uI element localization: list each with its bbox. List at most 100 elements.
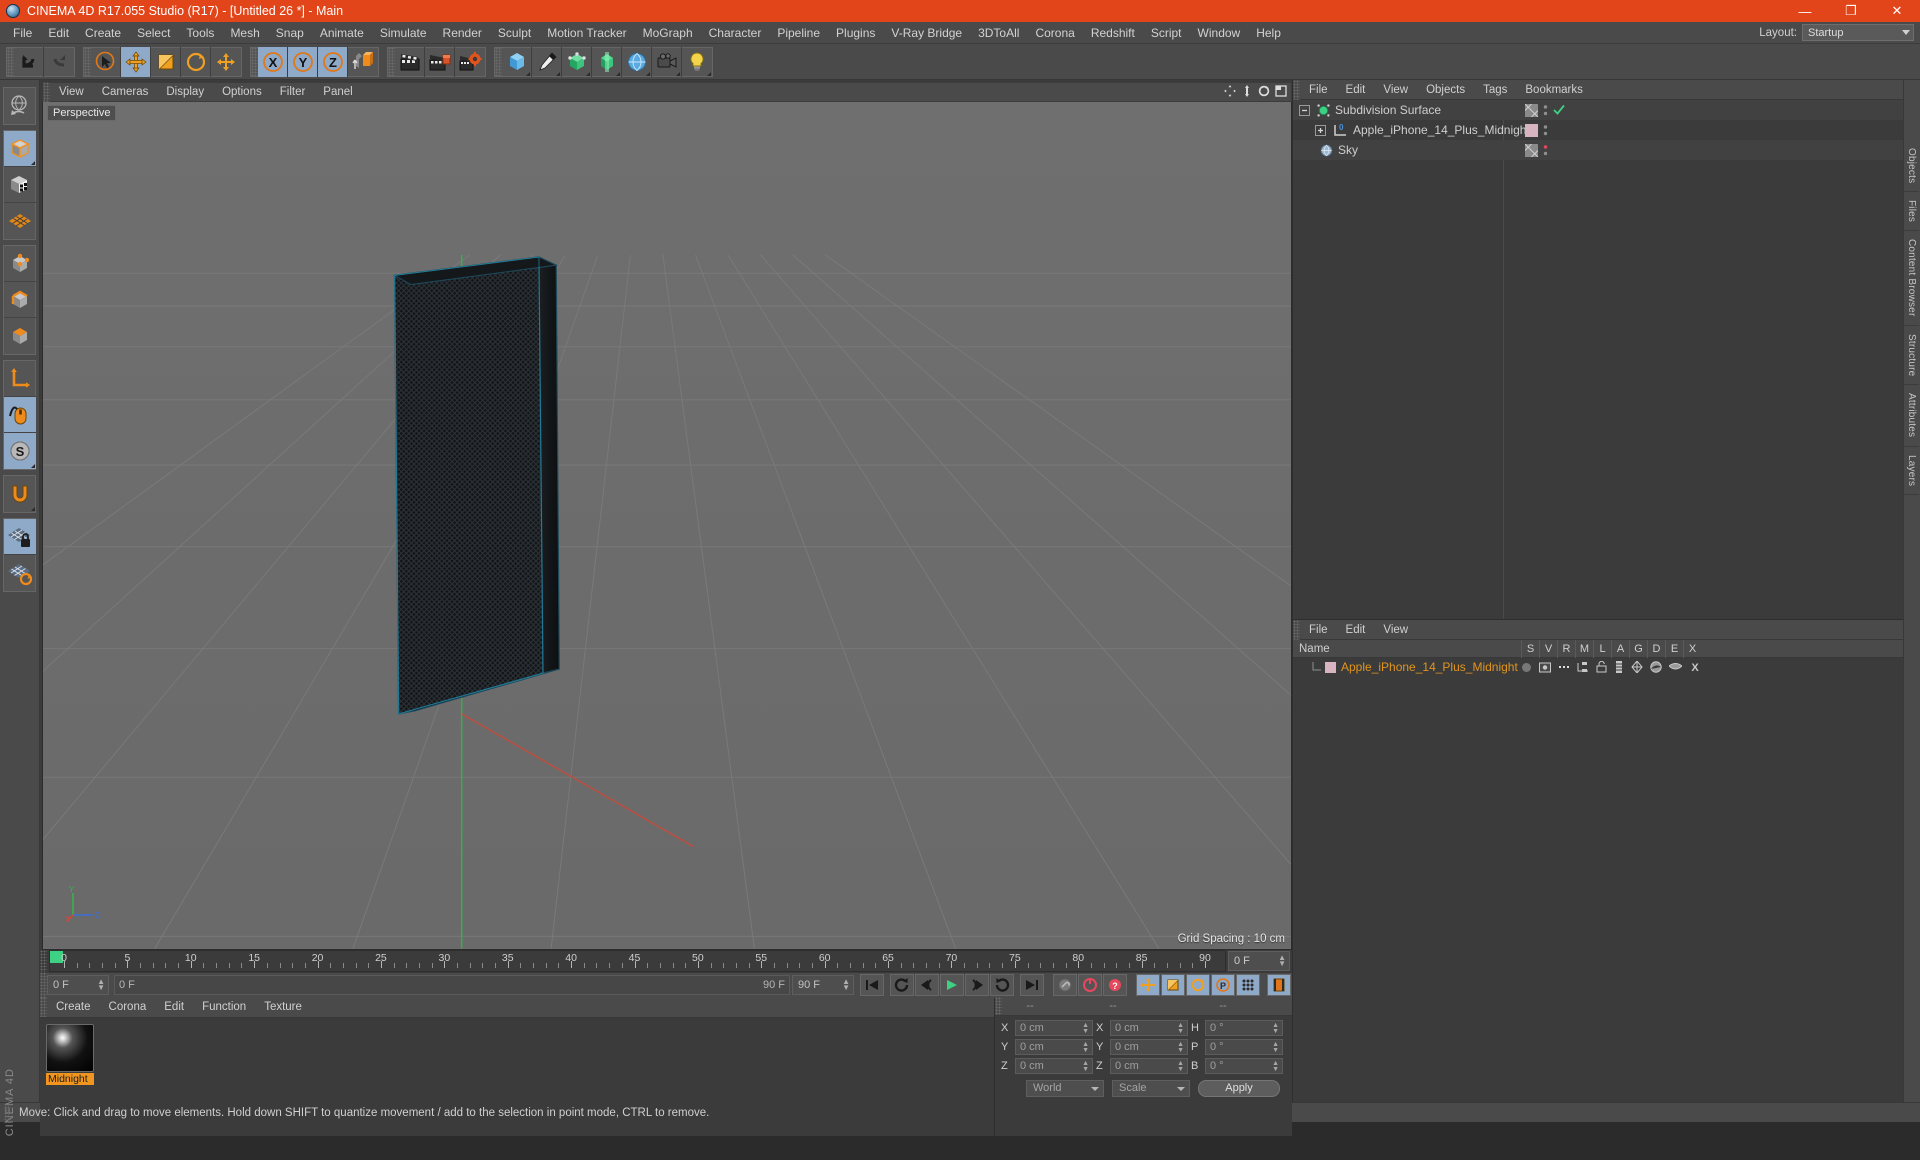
add-environment-button[interactable] (622, 46, 652, 77)
object-menu-edit[interactable]: Edit (1337, 80, 1375, 100)
object-menu-grip[interactable] (1293, 79, 1300, 100)
spinner-icon[interactable]: ▲ ▼ (1272, 1041, 1279, 1054)
viewport-menu-view[interactable]: View (50, 82, 93, 102)
menu-item-help[interactable]: Help (1248, 22, 1289, 44)
material-menu-function[interactable]: Function (193, 997, 255, 1017)
go-to-start-button[interactable] (860, 974, 884, 997)
play-button[interactable] (940, 974, 964, 997)
toolbar-grip[interactable] (7, 46, 14, 77)
workplane-button[interactable] (4, 203, 36, 239)
step-back-button[interactable] (915, 974, 939, 997)
timeline-ruler[interactable]: 0 5 10 15 20 25 30 35 40 45 50 55 60 65 70 75 80 85 90 (49, 949, 1226, 972)
axis-modify-button[interactable] (4, 361, 36, 397)
move-tool[interactable] (121, 46, 151, 77)
checker-tag-icon[interactable] (1525, 103, 1538, 117)
texture-mode-button[interactable] (4, 167, 36, 203)
zoom-view-icon[interactable] (1241, 85, 1253, 97)
menu-item-vray-bridge[interactable]: V-Ray Bridge (883, 22, 970, 44)
layout-dropdown[interactable]: Startup (1802, 24, 1914, 41)
object-tree[interactable]: Subdivision Surface 0 Apple_iPhone_14_Pl… (1293, 100, 1904, 619)
spinner-icon[interactable]: ▲ ▼ (1082, 1022, 1089, 1035)
material-menu-corona[interactable]: Corona (100, 997, 156, 1017)
coordinates-grip[interactable] (995, 997, 1002, 1016)
coordinate-mode-dropdown[interactable]: Scale (1112, 1079, 1190, 1097)
object-menu-bookmarks[interactable]: Bookmarks (1516, 80, 1592, 100)
displacement-icon[interactable] (1650, 661, 1662, 673)
toolbar-grip[interactable] (251, 46, 258, 77)
toolbar-grip[interactable] (495, 46, 502, 77)
menu-item-redshift[interactable]: Redshift (1083, 22, 1143, 44)
spinner-icon[interactable]: ▲ ▼ (1082, 1060, 1089, 1073)
rotation-key-button[interactable] (1186, 974, 1210, 997)
start-frame-field[interactable]: 0 F ▲ ▼ (47, 975, 109, 996)
workplane-lock-button[interactable] (4, 519, 36, 555)
xpresso-icon[interactable]: X (1689, 661, 1701, 673)
column-m[interactable]: M (1575, 640, 1593, 658)
material-list-grip[interactable] (1293, 619, 1300, 640)
add-cube-button[interactable] (502, 46, 532, 77)
spinner-icon[interactable]: ▲ ▼ (1278, 953, 1286, 967)
playbar-grip[interactable] (40, 972, 47, 999)
menu-item-sculpt[interactable]: Sculpt (490, 22, 539, 44)
material-menu-edit[interactable]: Edit (155, 997, 193, 1017)
spinner-icon[interactable]: ▲ ▼ (1272, 1022, 1279, 1035)
preview-range-slider[interactable]: 0 F 90 F (114, 975, 790, 996)
spinner-icon[interactable]: ▲ ▼ (1082, 1041, 1089, 1054)
object-row-apple-iphone[interactable]: 0 Apple_iPhone_14_Plus_Midnight (1293, 120, 1903, 140)
position-key-button[interactable] (1136, 974, 1160, 997)
point-level-animation-button[interactable] (1236, 974, 1260, 997)
animation-icon[interactable] (1614, 661, 1624, 673)
object-row-sky[interactable]: Sky (1293, 140, 1904, 160)
maximize-button[interactable]: ❐ (1828, 0, 1874, 22)
current-frame-field[interactable]: 0 F ▲ ▼ (1228, 950, 1290, 971)
menu-item-snap[interactable]: Snap (268, 22, 312, 44)
redo-button[interactable] (44, 47, 74, 77)
enable-axis-button[interactable] (4, 397, 36, 433)
checker-tag-icon[interactable] (1525, 143, 1538, 157)
lock-icon[interactable] (1596, 661, 1607, 673)
live-selection-tool[interactable] (91, 46, 121, 77)
viewport-menu-cameras[interactable]: Cameras (93, 82, 158, 102)
object-row-subdivision-surface[interactable]: Subdivision Surface (1293, 100, 1904, 120)
menu-item-motion-tracker[interactable]: Motion Tracker (539, 22, 634, 44)
expand-toggle-icon[interactable] (1315, 124, 1328, 136)
material-list-menu-edit[interactable]: Edit (1337, 620, 1375, 640)
menu-item-pipeline[interactable]: Pipeline (769, 22, 828, 44)
spinner-icon[interactable]: ▲ ▼ (1272, 1060, 1279, 1073)
minimize-button[interactable]: — (1782, 0, 1828, 22)
column-v[interactable]: V (1539, 640, 1557, 658)
size-x-field[interactable]: 0 cm ▲ ▼ (1110, 1019, 1188, 1036)
tab-content-browser[interactable]: Content Browser (1904, 231, 1920, 326)
column-r[interactable]: R (1557, 640, 1575, 658)
render-view-button[interactable] (395, 46, 425, 77)
previous-keyframe-button[interactable] (890, 974, 914, 997)
render-to-picture-viewer-button[interactable] (425, 46, 455, 77)
object-menu-view[interactable]: View (1374, 80, 1417, 100)
menu-item-mesh[interactable]: Mesh (222, 22, 267, 44)
rot-p-field[interactable]: 0 ° ▲ ▼ (1205, 1038, 1283, 1055)
material-list-menu-view[interactable]: View (1374, 620, 1417, 640)
undo-button[interactable] (14, 46, 44, 77)
column-a[interactable]: A (1611, 640, 1629, 658)
pos-z-field[interactable]: 0 cm ▲ ▼ (1015, 1057, 1093, 1074)
material-preview-sphere[interactable] (46, 1023, 94, 1072)
menu-item-corona[interactable]: Corona (1027, 22, 1082, 44)
render-icon[interactable] (1558, 662, 1570, 673)
maximize-view-icon[interactable] (1275, 85, 1287, 97)
viewport-menu-filter[interactable]: Filter (271, 82, 315, 102)
tab-objects[interactable]: Objects (1904, 140, 1920, 193)
parameter-key-button[interactable]: P (1211, 974, 1235, 997)
object-menu-objects[interactable]: Objects (1417, 80, 1474, 100)
menu-item-tools[interactable]: Tools (178, 22, 222, 44)
perspective-view-label[interactable]: Perspective (47, 105, 117, 121)
pan-view-icon[interactable] (1224, 85, 1236, 97)
coordinate-system-dropdown[interactable]: World (1026, 1079, 1104, 1097)
menu-item-plugins[interactable]: Plugins (828, 22, 883, 44)
material-list-menu-file[interactable]: File (1300, 620, 1337, 640)
spinner-icon[interactable]: ▲ ▼ (1177, 1022, 1184, 1035)
add-deformer-button[interactable] (592, 46, 622, 77)
pos-x-field[interactable]: 0 cm ▲ ▼ (1015, 1019, 1093, 1036)
viewport-3d[interactable]: Perspective Grid Spacing : 10 cm Y Z X (42, 102, 1292, 950)
editor-icon[interactable] (1669, 662, 1682, 673)
column-l[interactable]: L (1593, 640, 1611, 658)
